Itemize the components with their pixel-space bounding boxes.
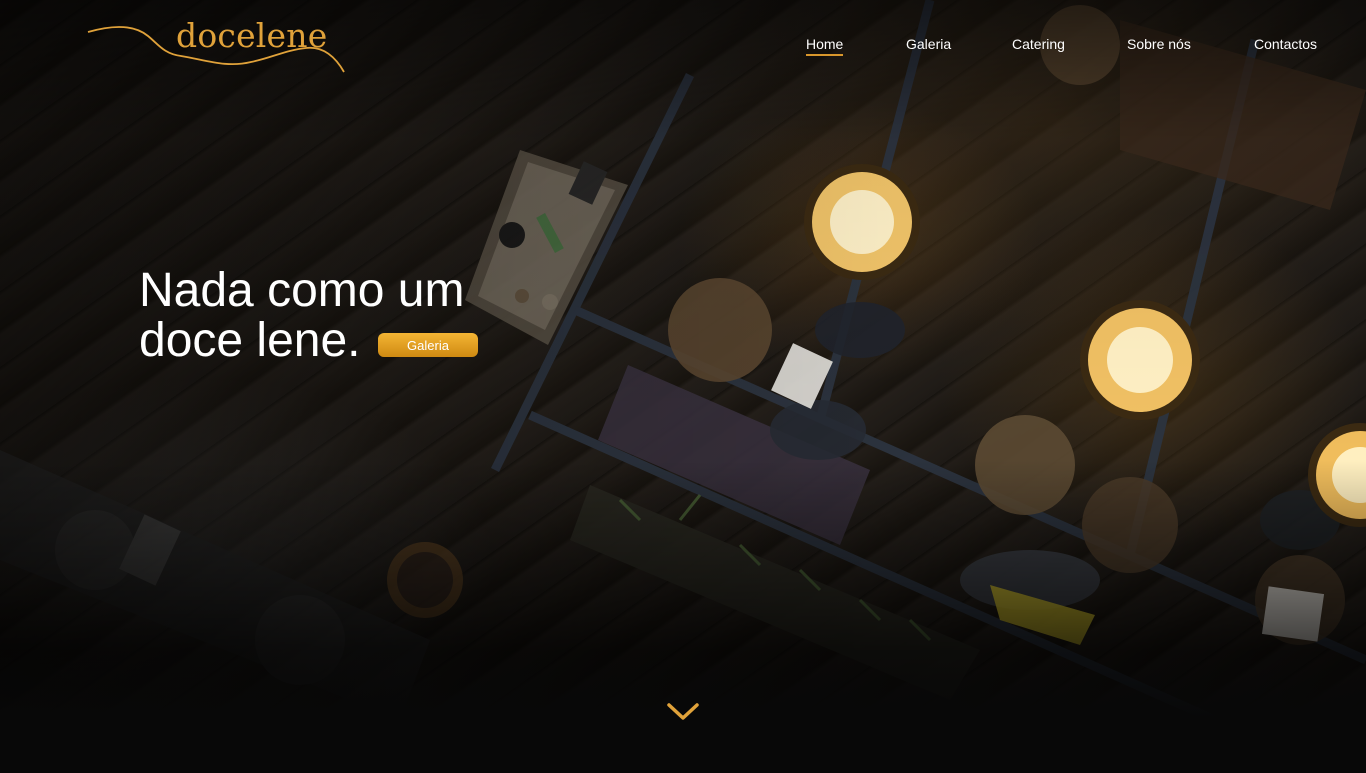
hero-background-photo — [0, 0, 1366, 745]
chevron-down-icon — [667, 703, 699, 720]
nav-item-contactos[interactable]: Contactos — [1254, 36, 1317, 52]
nav-item-sobre-nos[interactable]: Sobre nós — [1127, 36, 1191, 52]
hero-headline-line-1: Nada como um — [139, 264, 465, 317]
nav-item-galeria[interactable]: Galeria — [906, 36, 951, 52]
scroll-down-button[interactable] — [666, 700, 700, 722]
main-navigation: Home Galeria Catering Sobre nós Contacto… — [0, 36, 1366, 60]
hero-section: docelene Home Galeria Catering Sobre nós… — [0, 0, 1366, 773]
nav-item-home[interactable]: Home — [806, 36, 844, 56]
galeria-button[interactable]: Galeria — [378, 333, 478, 357]
nav-item-catering[interactable]: Catering — [1012, 36, 1065, 52]
